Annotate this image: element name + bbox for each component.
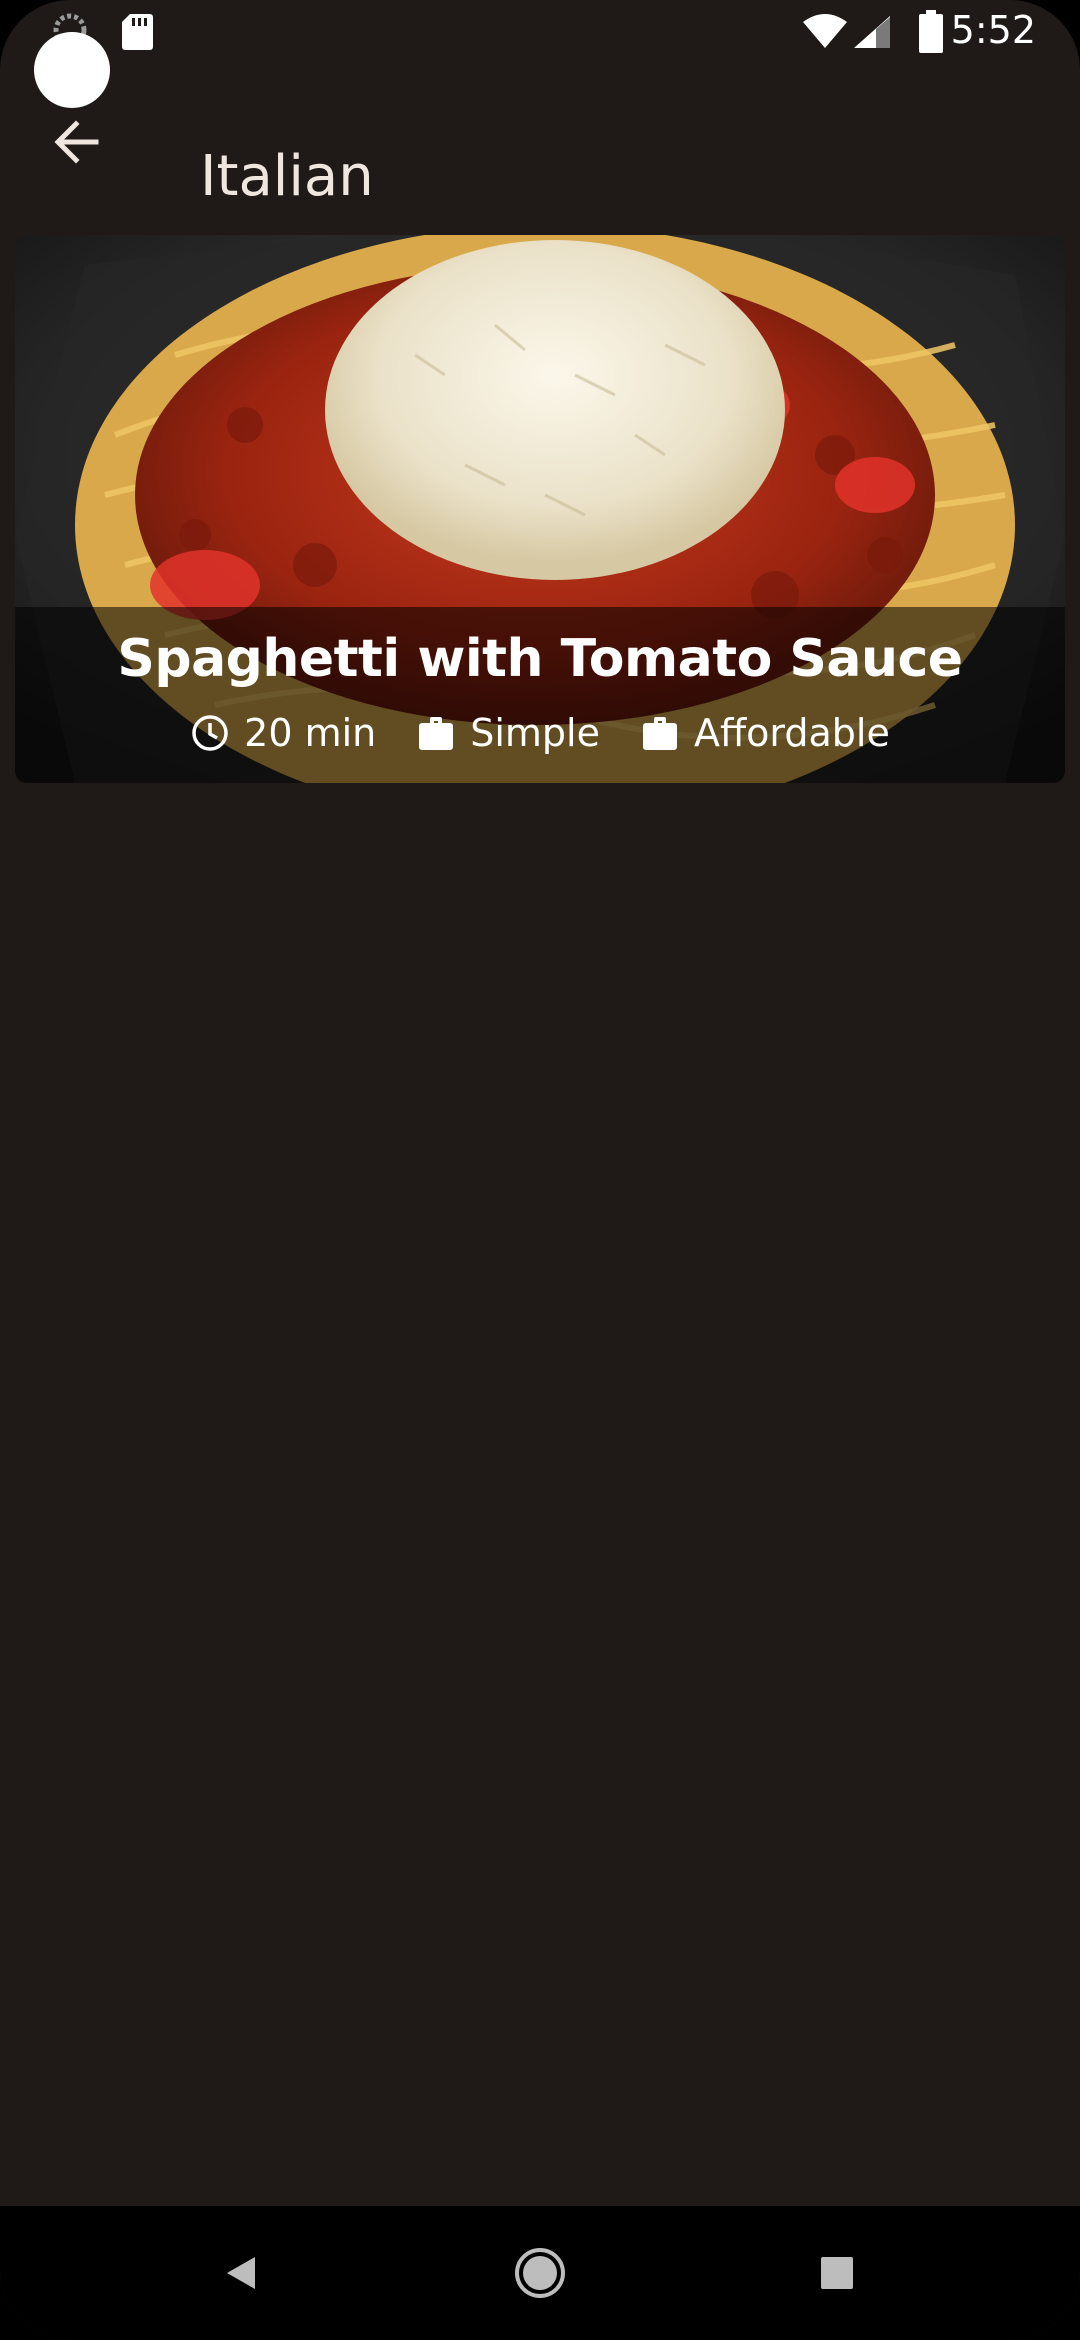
nav-back-icon [221, 2253, 261, 2297]
arrow-back-icon [50, 116, 102, 172]
nav-recents-icon [817, 2253, 857, 2297]
nav-home-icon [512, 2245, 568, 2305]
sd-card-icon [120, 12, 154, 56]
app-bar: Italian [0, 68, 1080, 218]
nav-home-button[interactable] [505, 2240, 575, 2310]
signal-icon [852, 14, 892, 54]
work-icon [416, 713, 456, 753]
meal-complexity: Simple [416, 711, 600, 755]
meal-duration-text: 20 min [244, 711, 377, 755]
clock-icon [190, 713, 230, 753]
app-screen: 5:52 Italian Spaghetti with Tomato Sauce… [0, 0, 1080, 2340]
status-bar: 5:52 [0, 0, 1080, 68]
meal-affordability-text: Affordable [694, 711, 890, 755]
meal-complexity-text: Simple [470, 711, 600, 755]
nav-back-button[interactable] [206, 2240, 276, 2310]
meal-card[interactable]: Spaghetti with Tomato Sauce 20 min Simpl… [15, 235, 1065, 783]
battery-icon [918, 10, 944, 58]
meal-duration: 20 min [190, 711, 376, 755]
meal-meta: 20 min Simple Affordable [15, 711, 1065, 755]
nav-recents-button[interactable] [802, 2240, 872, 2310]
page-title: Italian [200, 143, 374, 209]
back-button[interactable] [40, 108, 112, 180]
wifi-icon [802, 14, 848, 54]
meal-title: Spaghetti with Tomato Sauce [117, 629, 963, 689]
system-navigation-bar [0, 2206, 1080, 2340]
status-time: 5:52 [950, 8, 1036, 52]
meal-affordability: Affordable [640, 711, 890, 755]
work-icon [640, 713, 680, 753]
